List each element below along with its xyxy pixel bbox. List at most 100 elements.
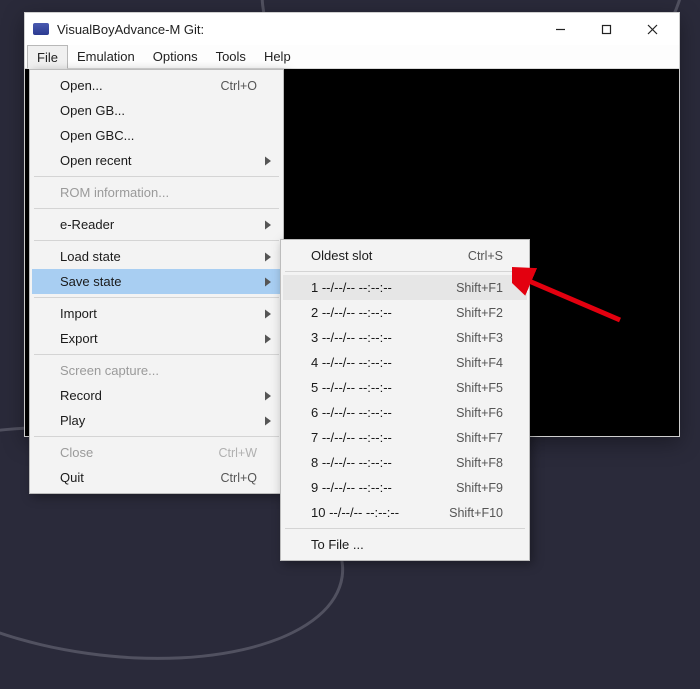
- menu-item-label: To File ...: [311, 537, 503, 552]
- menu-file[interactable]: File: [27, 45, 68, 69]
- menubar: File Emulation Options Tools Help: [25, 45, 679, 69]
- menu-item-label: 1 --/--/-- --:--:--: [311, 280, 456, 295]
- menu-item-label: 5 --/--/-- --:--:--: [311, 380, 456, 395]
- menu-item-accel: Shift+F4: [456, 356, 503, 370]
- menu-separator: [34, 297, 279, 298]
- menu-item-slot[interactable]: 6 --/--/-- --:--:--Shift+F6: [283, 400, 527, 425]
- menu-item-accel: Shift+F6: [456, 406, 503, 420]
- menu-item-accel: Shift+F7: [456, 431, 503, 445]
- menu-label: Help: [264, 49, 291, 64]
- menu-item-label: e-Reader: [60, 217, 257, 232]
- menu-item-label: ROM information...: [60, 185, 257, 200]
- menu-help[interactable]: Help: [255, 45, 300, 68]
- menu-item[interactable]: ROM information...: [32, 180, 281, 205]
- window-title: VisualBoyAdvance-M Git:: [57, 22, 537, 37]
- menu-item[interactable]: Open GB...: [32, 98, 281, 123]
- menu-item-accel: Shift+F1: [456, 281, 503, 295]
- menu-separator: [34, 240, 279, 241]
- close-button[interactable]: [629, 13, 675, 45]
- menu-item-label: 7 --/--/-- --:--:--: [311, 430, 456, 445]
- menu-item-slot[interactable]: 9 --/--/-- --:--:--Shift+F9: [283, 475, 527, 500]
- menu-item-label: 8 --/--/-- --:--:--: [311, 455, 456, 470]
- chevron-right-icon: [265, 331, 271, 346]
- menu-separator: [34, 208, 279, 209]
- chevron-right-icon: [265, 249, 271, 264]
- chevron-right-icon: [265, 306, 271, 321]
- menu-item[interactable]: Save state: [32, 269, 281, 294]
- menu-item-label: Open...: [60, 78, 221, 93]
- menu-item-label: Quit: [60, 470, 221, 485]
- menu-label: Options: [153, 49, 198, 64]
- menu-item-slot[interactable]: 4 --/--/-- --:--:--Shift+F4: [283, 350, 527, 375]
- menu-item-slot[interactable]: 10 --/--/-- --:--:--Shift+F10: [283, 500, 527, 525]
- menu-item-label: 3 --/--/-- --:--:--: [311, 330, 456, 345]
- chevron-right-icon: [265, 274, 271, 289]
- menu-item-accel: Shift+F2: [456, 306, 503, 320]
- menu-item-accel: Ctrl+Q: [221, 471, 257, 485]
- annotation-arrow: [512, 262, 632, 332]
- menu-item-accel: Ctrl+S: [468, 249, 503, 263]
- menu-item-label: Save state: [60, 274, 257, 289]
- menu-item-accel: Shift+F8: [456, 456, 503, 470]
- chevron-right-icon: [265, 413, 271, 428]
- menu-item-label: Play: [60, 413, 257, 428]
- menu-item-oldest-slot[interactable]: Oldest slotCtrl+S: [283, 243, 527, 268]
- menu-item-label: Load state: [60, 249, 257, 264]
- menu-label: Tools: [216, 49, 246, 64]
- menu-item-accel: Shift+F10: [449, 506, 503, 520]
- menu-separator: [34, 354, 279, 355]
- menu-item-accel: Ctrl+W: [218, 446, 257, 460]
- titlebar[interactable]: VisualBoyAdvance-M Git:: [25, 13, 679, 45]
- chevron-right-icon: [265, 217, 271, 232]
- menu-item[interactable]: Open...Ctrl+O: [32, 73, 281, 98]
- menu-item-label: 10 --/--/-- --:--:--: [311, 505, 449, 520]
- menu-tools[interactable]: Tools: [207, 45, 255, 68]
- menu-item-slot[interactable]: 2 --/--/-- --:--:--Shift+F2: [283, 300, 527, 325]
- menu-item[interactable]: Export: [32, 326, 281, 351]
- menu-item[interactable]: e-Reader: [32, 212, 281, 237]
- menu-item-slot[interactable]: 7 --/--/-- --:--:--Shift+F7: [283, 425, 527, 450]
- window-controls: [537, 13, 675, 45]
- menu-item[interactable]: Import: [32, 301, 281, 326]
- menu-item[interactable]: CloseCtrl+W: [32, 440, 281, 465]
- chevron-right-icon: [265, 388, 271, 403]
- menu-item[interactable]: Open GBC...: [32, 123, 281, 148]
- app-icon: [33, 23, 49, 35]
- menu-item-label: 6 --/--/-- --:--:--: [311, 405, 456, 420]
- menu-item-label: Open recent: [60, 153, 257, 168]
- menu-item-label: Screen capture...: [60, 363, 257, 378]
- menu-item-label: Export: [60, 331, 257, 346]
- menu-item-slot[interactable]: 8 --/--/-- --:--:--Shift+F8: [283, 450, 527, 475]
- menu-item[interactable]: Load state: [32, 244, 281, 269]
- minimize-button[interactable]: [537, 13, 583, 45]
- menu-item[interactable]: Play: [32, 408, 281, 433]
- menu-separator: [34, 176, 279, 177]
- save-state-submenu: Oldest slotCtrl+S1 --/--/-- --:--:--Shif…: [280, 239, 530, 561]
- menu-options[interactable]: Options: [144, 45, 207, 68]
- menu-item-accel: Ctrl+O: [221, 79, 257, 93]
- menu-item-to-file[interactable]: To File ...: [283, 532, 527, 557]
- menu-item-label: Close: [60, 445, 218, 460]
- menu-item-slot[interactable]: 5 --/--/-- --:--:--Shift+F5: [283, 375, 527, 400]
- file-dropdown: Open...Ctrl+O Open GB... Open GBC... Open r…: [29, 69, 284, 494]
- menu-item-slot[interactable]: 3 --/--/-- --:--:--Shift+F3: [283, 325, 527, 350]
- menu-item-accel: Shift+F5: [456, 381, 503, 395]
- menu-item[interactable]: Record: [32, 383, 281, 408]
- menu-item-accel: Shift+F9: [456, 481, 503, 495]
- menu-separator: [285, 271, 525, 272]
- menu-item-label: Open GB...: [60, 103, 257, 118]
- menu-item[interactable]: QuitCtrl+Q: [32, 465, 281, 490]
- menu-item[interactable]: Screen capture...: [32, 358, 281, 383]
- menu-item-label: 9 --/--/-- --:--:--: [311, 480, 456, 495]
- menu-item-label: 2 --/--/-- --:--:--: [311, 305, 456, 320]
- menu-item-label: Record: [60, 388, 257, 403]
- menu-item-slot[interactable]: 1 --/--/-- --:--:--Shift+F1: [283, 275, 527, 300]
- menu-label: Emulation: [77, 49, 135, 64]
- menu-item-label: Oldest slot: [311, 248, 468, 263]
- menu-separator: [285, 528, 525, 529]
- menu-item-label: Import: [60, 306, 257, 321]
- maximize-button[interactable]: [583, 13, 629, 45]
- menu-emulation[interactable]: Emulation: [68, 45, 144, 68]
- menu-label: File: [37, 50, 58, 65]
- menu-item[interactable]: Open recent: [32, 148, 281, 173]
